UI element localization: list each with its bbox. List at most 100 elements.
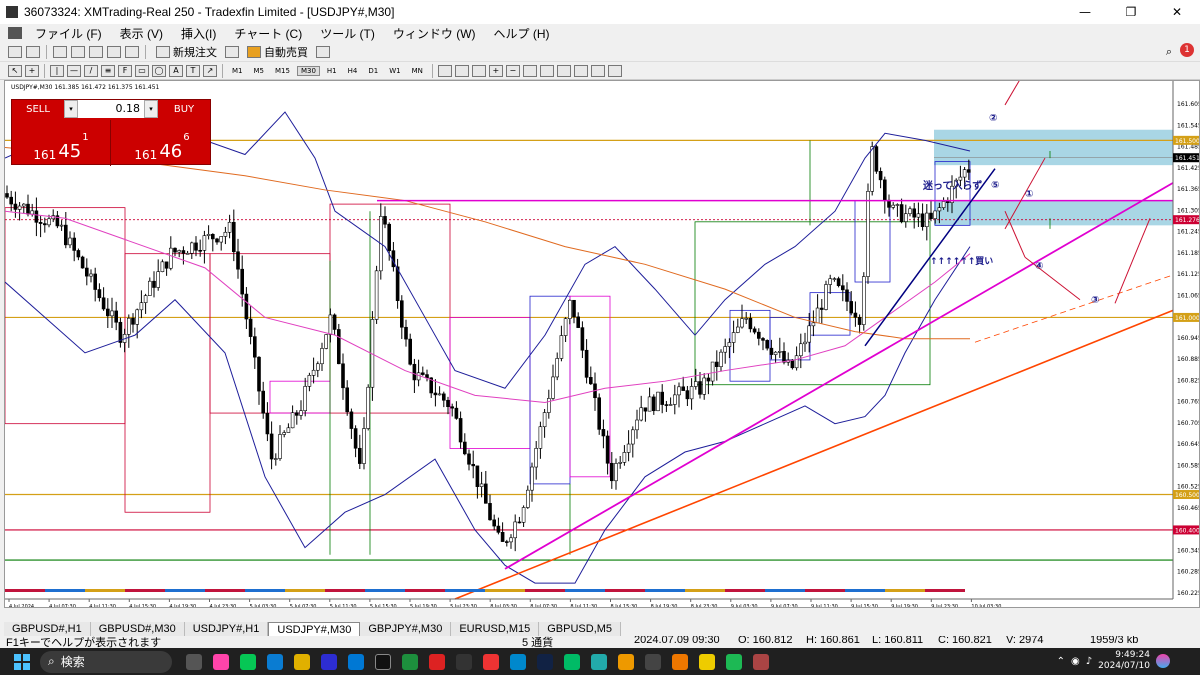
indicators-icon[interactable]: [573, 64, 588, 77]
tasks-icon[interactable]: [294, 653, 310, 670]
menu-tools[interactable]: ツール (T): [311, 25, 384, 42]
menu-view[interactable]: 表示 (V): [111, 25, 172, 42]
document-icon[interactable]: [8, 27, 22, 39]
tester-icon[interactable]: [125, 45, 139, 58]
fibonacci-icon[interactable]: F: [118, 64, 132, 77]
cursor-icon[interactable]: ↖: [8, 64, 22, 77]
restore-button[interactable]: ❐: [1108, 0, 1154, 24]
metaeditor-icon[interactable]: [225, 45, 239, 58]
autoscroll-icon[interactable]: [539, 64, 554, 77]
terminal-icon[interactable]: [107, 45, 121, 58]
tab-gbpusd-h1[interactable]: GBPUSD#,H1: [4, 622, 91, 636]
timeframe-m15[interactable]: M15: [271, 66, 294, 76]
auto-trading-button[interactable]: 自動売買: [243, 44, 312, 60]
menu-insert[interactable]: 挿入(I): [172, 25, 225, 42]
channel-icon[interactable]: ≡: [101, 64, 115, 77]
word-icon[interactable]: [321, 653, 337, 670]
bar-chart-icon[interactable]: [437, 64, 452, 77]
ask-price[interactable]: 161 46 6: [112, 120, 212, 166]
widgets-icon[interactable]: [213, 653, 229, 670]
timeframe-m5[interactable]: M5: [250, 66, 269, 76]
crosshair-icon[interactable]: +: [25, 64, 39, 77]
tab-gbpjpy-m30[interactable]: GBPJPY#,M30: [360, 622, 452, 636]
zoom-in-icon[interactable]: +: [488, 64, 503, 77]
new-order-button[interactable]: 新規注文: [152, 44, 221, 60]
lot-decrease[interactable]: ▾: [64, 100, 78, 118]
timeframe-mn[interactable]: MN: [408, 66, 427, 76]
menu-window[interactable]: ウィンドウ (W): [384, 25, 485, 42]
text-icon[interactable]: A: [169, 64, 183, 77]
menu-chart[interactable]: チャート (C): [225, 25, 311, 42]
new-chart-icon[interactable]: [8, 45, 22, 58]
timeframe-h1[interactable]: H1: [323, 66, 341, 76]
bid-price[interactable]: 161 45 1: [12, 120, 111, 166]
excel-icon[interactable]: [402, 653, 418, 670]
candlestick-icon[interactable]: [454, 64, 469, 77]
chevron-up-icon[interactable]: ⌃: [1057, 656, 1065, 667]
app-icon[interactable]: [672, 653, 688, 670]
lot-size-input[interactable]: 0.18: [78, 100, 144, 118]
menu-file[interactable]: ファイル (F): [26, 25, 111, 42]
timeframe-d1[interactable]: D1: [364, 66, 382, 76]
notification-icon[interactable]: 1: [1180, 43, 1194, 57]
chart-shift-icon[interactable]: [556, 64, 571, 77]
data-window-icon[interactable]: [71, 45, 85, 58]
buy-button[interactable]: BUY: [158, 100, 210, 118]
timeframe-m1[interactable]: M1: [228, 66, 247, 76]
store-icon[interactable]: [348, 653, 364, 670]
chrome-icon[interactable]: [483, 653, 499, 670]
trendline-icon[interactable]: /: [84, 64, 98, 77]
chart-bars-icon[interactable]: [316, 45, 330, 58]
rectangle-icon[interactable]: ▭: [135, 64, 149, 77]
profiles-icon[interactable]: [26, 45, 40, 58]
taskbar-search[interactable]: ⌕ 検索: [40, 650, 172, 673]
vertical-line-icon[interactable]: |: [50, 64, 64, 77]
spotify-icon[interactable]: [726, 653, 742, 670]
app-icon[interactable]: [699, 653, 715, 670]
edge-icon[interactable]: [510, 653, 526, 670]
period-icon[interactable]: [590, 64, 605, 77]
lot-increase[interactable]: ▾: [144, 100, 158, 118]
task-view-icon[interactable]: [186, 653, 202, 670]
tab-gbpusd-m30[interactable]: GBPUSD#,M30: [90, 622, 185, 636]
app-icon[interactable]: [591, 653, 607, 670]
horizontal-line-icon[interactable]: —: [67, 64, 81, 77]
market-watch-icon[interactable]: [53, 45, 67, 58]
sell-button[interactable]: SELL: [12, 100, 64, 118]
timeframe-h4[interactable]: H4: [344, 66, 362, 76]
tab-gbpusd-m5[interactable]: GBPUSD,M5: [539, 622, 622, 636]
wifi-icon[interactable]: ◉: [1071, 656, 1080, 667]
tile-icon[interactable]: [522, 64, 537, 77]
timeframe-m30[interactable]: M30: [296, 65, 320, 76]
app-icon[interactable]: [645, 653, 661, 670]
skype-icon[interactable]: [267, 653, 283, 670]
clock[interactable]: 9:49:24 2024/07/10: [1098, 650, 1150, 672]
fx-app-icon[interactable]: [429, 653, 445, 670]
label-icon[interactable]: T: [186, 64, 200, 77]
search-icon[interactable]: ⌕: [1166, 45, 1172, 59]
tab-eurusd-m15[interactable]: EURUSD,M15: [451, 622, 540, 636]
app-icon[interactable]: [618, 653, 634, 670]
steam-icon[interactable]: [537, 653, 553, 670]
line-app-icon[interactable]: [240, 653, 256, 670]
app-icon[interactable]: [564, 653, 580, 670]
timeframe-w1[interactable]: W1: [385, 66, 404, 76]
volume-icon[interactable]: ♪: [1086, 656, 1092, 667]
windows-start-icon[interactable]: [14, 653, 30, 670]
settings-icon[interactable]: [456, 653, 472, 670]
copilot-icon[interactable]: [1156, 654, 1170, 668]
minimize-button[interactable]: —: [1062, 0, 1108, 24]
app-icon[interactable]: [753, 653, 769, 670]
menu-help[interactable]: ヘルプ (H): [485, 25, 559, 42]
close-button[interactable]: ✕: [1154, 0, 1200, 24]
templates-icon[interactable]: [607, 64, 622, 77]
ellipse-icon[interactable]: ◯: [152, 64, 166, 77]
chart-window[interactable]: 161.605 161.545 161.485 161.425 161.365 161.3…: [4, 80, 1200, 608]
zoom-out-icon[interactable]: −: [505, 64, 520, 77]
xm-app-icon[interactable]: [375, 653, 391, 670]
tab-usdjpy-m30[interactable]: USDJPY#,M30: [268, 622, 361, 636]
line-chart-icon[interactable]: [471, 64, 486, 77]
tab-usdjpy-h1[interactable]: USDJPY#,H1: [184, 622, 269, 636]
navigator-icon[interactable]: [89, 45, 103, 58]
arrow-icon[interactable]: ↗: [203, 64, 217, 77]
